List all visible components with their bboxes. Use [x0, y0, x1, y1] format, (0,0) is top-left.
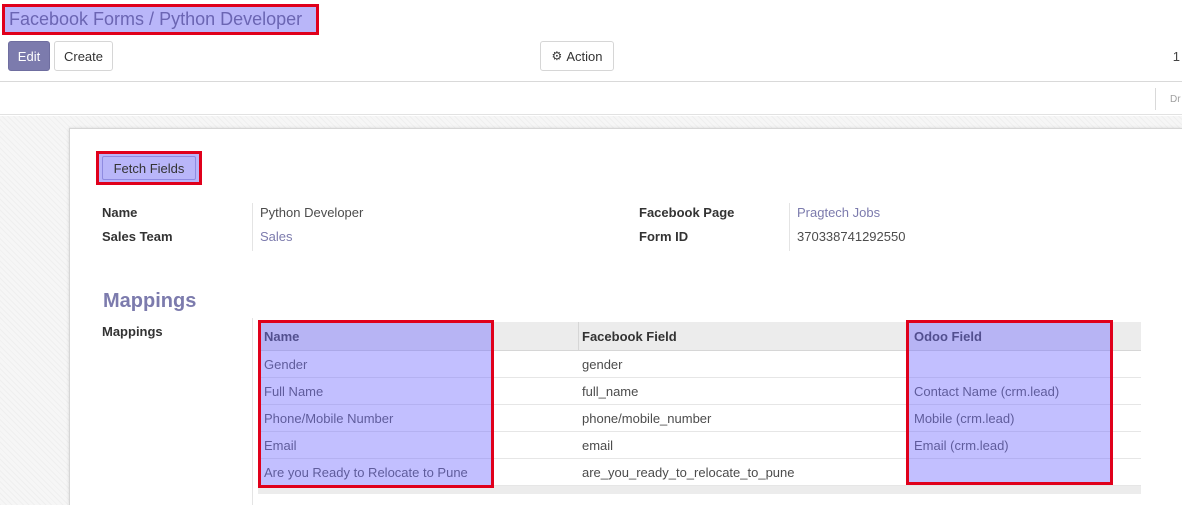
breadcrumb: Facebook Forms / Python Developer	[2, 4, 319, 35]
sales-team-label: Sales Team	[102, 229, 173, 244]
name-column-highlight	[258, 320, 494, 488]
control-panel: Facebook Forms / Python Developer Edit C…	[0, 0, 1182, 82]
pager[interactable]: 1	[1173, 49, 1180, 64]
cell-facebook-field: full_name	[582, 383, 639, 399]
breadcrumb-parent[interactable]: Facebook Forms	[9, 9, 144, 30]
facebook-page-link[interactable]: Pragtech Jobs	[797, 205, 880, 220]
status-bar: Dr	[0, 82, 1182, 115]
cell-facebook-field: gender	[582, 356, 623, 372]
mappings-section-title: Mappings	[103, 290, 197, 312]
breadcrumb-separator: /	[149, 9, 155, 29]
cell-facebook-field: phone/mobile_number	[582, 410, 712, 426]
column-header-facebook-field[interactable]: Facebook Field	[582, 322, 677, 350]
cell-facebook-field: are_you_ready_to_relocate_to_pune	[582, 464, 795, 480]
edit-button[interactable]: Edit	[8, 41, 50, 71]
breadcrumb-current: Python Developer	[159, 9, 303, 29]
sales-team-link[interactable]: Sales	[260, 229, 293, 244]
status-divider	[1155, 88, 1156, 110]
fetch-fields-highlight: Fetch Fields	[96, 151, 202, 185]
field-divider	[789, 203, 790, 251]
form-id-label: Form ID	[639, 229, 689, 244]
cell-facebook-field: email	[582, 437, 614, 453]
name-label: Name	[102, 205, 138, 220]
fetch-fields-button[interactable]: Fetch Fields	[102, 156, 196, 180]
column-separator	[578, 322, 579, 351]
field-divider	[252, 203, 253, 251]
mappings-field-label: Mappings	[102, 324, 163, 339]
status-draft[interactable]: Dr	[1170, 94, 1181, 105]
edit-button-label: Edit	[17, 48, 41, 64]
facebook-page-label: Facebook Page	[639, 205, 735, 220]
create-button[interactable]: Create	[54, 41, 113, 71]
create-button-label: Create	[63, 48, 104, 64]
action-button[interactable]: ⚙ Action	[540, 41, 614, 71]
field-divider	[252, 318, 253, 505]
name-value: Python Developer	[260, 205, 364, 220]
gear-icon: ⚙	[551, 49, 563, 63]
form-id-value: 370338741292550	[797, 229, 906, 244]
action-button-label: Action	[566, 48, 603, 64]
odoo-field-column-highlight	[906, 320, 1113, 485]
